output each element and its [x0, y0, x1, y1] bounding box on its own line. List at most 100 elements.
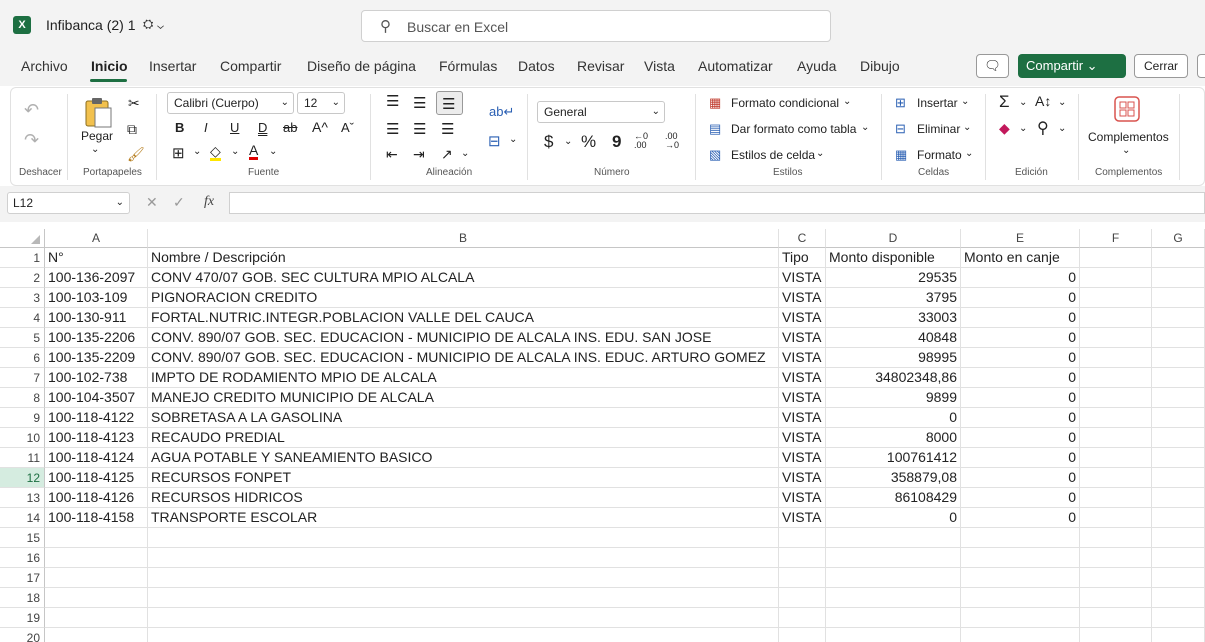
cell-e20[interactable] — [961, 628, 1080, 642]
cell-b1[interactable]: Nombre / Descripción — [148, 248, 779, 268]
double-underline-button[interactable]: D — [258, 120, 267, 135]
formula-input[interactable] — [229, 192, 1205, 214]
cell-e11[interactable]: 0 — [961, 448, 1080, 468]
cell-g11[interactable] — [1152, 448, 1205, 468]
name-box[interactable]: L12 ⌄ — [7, 192, 130, 214]
cell-d14[interactable]: 0 — [826, 508, 961, 528]
row-header-15[interactable]: 15 — [0, 528, 45, 548]
cell-d18[interactable] — [826, 588, 961, 608]
cell-a6[interactable]: 100-135-2209 — [45, 348, 148, 368]
format-painter-icon[interactable]: 🖌 — [127, 146, 145, 163]
insert-cells-button[interactable]: Insertar — [917, 96, 958, 110]
cell-g16[interactable] — [1152, 548, 1205, 568]
cell-e5[interactable]: 0 — [961, 328, 1080, 348]
column-header-c[interactable]: C — [779, 229, 826, 248]
currency-button[interactable]: $ — [544, 132, 553, 152]
cell-c13[interactable]: VISTA — [779, 488, 826, 508]
cell-f2[interactable] — [1080, 268, 1152, 288]
cell-e3[interactable]: 0 — [961, 288, 1080, 308]
cell-a15[interactable] — [45, 528, 148, 548]
chevron-down-icon[interactable]: ⌄ — [961, 96, 969, 107]
font-size-dropdown[interactable]: 12 ⌄ — [297, 92, 345, 114]
conditional-format-icon[interactable]: ▦ — [709, 95, 721, 111]
orientation-icon[interactable]: ↗ — [441, 146, 453, 163]
delete-cells-button[interactable]: Eliminar — [917, 122, 960, 136]
comma-style-button[interactable]: 9 — [612, 132, 621, 152]
cell-a11[interactable]: 100-118-4124 — [45, 448, 148, 468]
cell-c7[interactable]: VISTA — [779, 368, 826, 388]
cell-b20[interactable] — [148, 628, 779, 642]
chevron-down-icon[interactable]: ⌄ — [193, 146, 201, 157]
row-header-10[interactable]: 10 — [0, 428, 45, 448]
cell-e4[interactable]: 0 — [961, 308, 1080, 328]
cell-f7[interactable] — [1080, 368, 1152, 388]
row-header-3[interactable]: 3 — [0, 288, 45, 308]
format-as-table-button[interactable]: Dar formato como tabla — [731, 122, 856, 136]
align-right-icon[interactable]: ☰ — [441, 120, 454, 138]
confirm-icon[interactable]: ✓ — [173, 194, 185, 211]
chevron-down-icon[interactable]: ⌄ — [1019, 123, 1027, 134]
cell-g2[interactable] — [1152, 268, 1205, 288]
row-header-13[interactable]: 13 — [0, 488, 45, 508]
cell-d9[interactable]: 0 — [826, 408, 961, 428]
column-header-e[interactable]: E — [961, 229, 1080, 248]
row-header-9[interactable]: 9 — [0, 408, 45, 428]
italic-button[interactable]: I — [204, 120, 208, 135]
autosave-status-icon[interactable]: ⛭ ⌄ — [143, 16, 164, 32]
row-header-16[interactable]: 16 — [0, 548, 45, 568]
find-icon[interactable]: ⚲ — [1037, 118, 1049, 138]
cell-a9[interactable]: 100-118-4122 — [45, 408, 148, 428]
cell-f5[interactable] — [1080, 328, 1152, 348]
align-left-icon[interactable]: ☰ — [386, 120, 399, 138]
row-header-11[interactable]: 11 — [0, 448, 45, 468]
cell-e2[interactable]: 0 — [961, 268, 1080, 288]
cell-g14[interactable] — [1152, 508, 1205, 528]
cell-a13[interactable]: 100-118-4126 — [45, 488, 148, 508]
cell-g6[interactable] — [1152, 348, 1205, 368]
cell-b11[interactable]: AGUA POTABLE Y SANEAMIENTO BASICO — [148, 448, 779, 468]
tab-vista[interactable]: Vista — [644, 58, 675, 74]
delete-cells-icon[interactable]: ⊟ — [895, 121, 906, 137]
cell-a7[interactable]: 100-102-738 — [45, 368, 148, 388]
cell-c6[interactable]: VISTA — [779, 348, 826, 368]
increase-indent-icon[interactable]: ⇥ — [413, 146, 425, 163]
tab-diseno-pagina[interactable]: Diseño de página — [307, 58, 416, 74]
cell-c12[interactable]: VISTA — [779, 468, 826, 488]
cell-b12[interactable]: RECURSOS FONPET — [148, 468, 779, 488]
tab-dibujo[interactable]: Dibujo — [860, 58, 900, 74]
align-top-icon[interactable]: ☰ — [386, 92, 399, 110]
cell-g7[interactable] — [1152, 368, 1205, 388]
document-title[interactable]: Infibanca (2) 1 — [46, 17, 136, 33]
search-box[interactable]: ⚲ Buscar en Excel — [361, 10, 831, 42]
cell-a17[interactable] — [45, 568, 148, 588]
cell-c11[interactable]: VISTA — [779, 448, 826, 468]
cell-b13[interactable]: RECURSOS HIDRICOS — [148, 488, 779, 508]
cell-b2[interactable]: CONV 470/07 GOB. SEC CULTURA MPIO ALCALA — [148, 268, 779, 288]
cell-c20[interactable] — [779, 628, 826, 642]
format-cells-button[interactable]: Formato — [917, 148, 962, 162]
cell-c3[interactable]: VISTA — [779, 288, 826, 308]
addins-icon[interactable] — [1114, 96, 1140, 122]
cell-b10[interactable]: RECAUDO PREDIAL — [148, 428, 779, 448]
function-icon[interactable]: fx — [204, 194, 214, 210]
cell-styles-button[interactable]: Estilos de celda — [731, 148, 815, 162]
merge-cells-icon[interactable]: ⊟ — [488, 132, 501, 150]
row-header-20[interactable]: 20 — [0, 628, 45, 642]
insert-cells-icon[interactable]: ⊞ — [895, 95, 906, 111]
tab-automatizar[interactable]: Automatizar — [698, 58, 773, 74]
chevron-down-icon[interactable]: ⌄ — [963, 122, 971, 133]
cancel-icon[interactable]: ✕ — [146, 194, 158, 211]
tab-inicio[interactable]: Inicio — [91, 58, 128, 74]
column-header-d[interactable]: D — [826, 229, 961, 248]
cell-a5[interactable]: 100-135-2206 — [45, 328, 148, 348]
cell-e13[interactable]: 0 — [961, 488, 1080, 508]
addins-button[interactable]: Complementos — [1088, 130, 1169, 144]
cell-d3[interactable]: 3795 — [826, 288, 961, 308]
cell-f11[interactable] — [1080, 448, 1152, 468]
decrease-indent-icon[interactable]: ⇤ — [386, 146, 398, 163]
redo-icon[interactable]: ↷ — [24, 130, 39, 151]
font-name-dropdown[interactable]: Calibri (Cuerpo) ⌄ — [167, 92, 294, 114]
cell-f19[interactable] — [1080, 608, 1152, 628]
cell-a2[interactable]: 100-136-2097 — [45, 268, 148, 288]
cell-e17[interactable] — [961, 568, 1080, 588]
